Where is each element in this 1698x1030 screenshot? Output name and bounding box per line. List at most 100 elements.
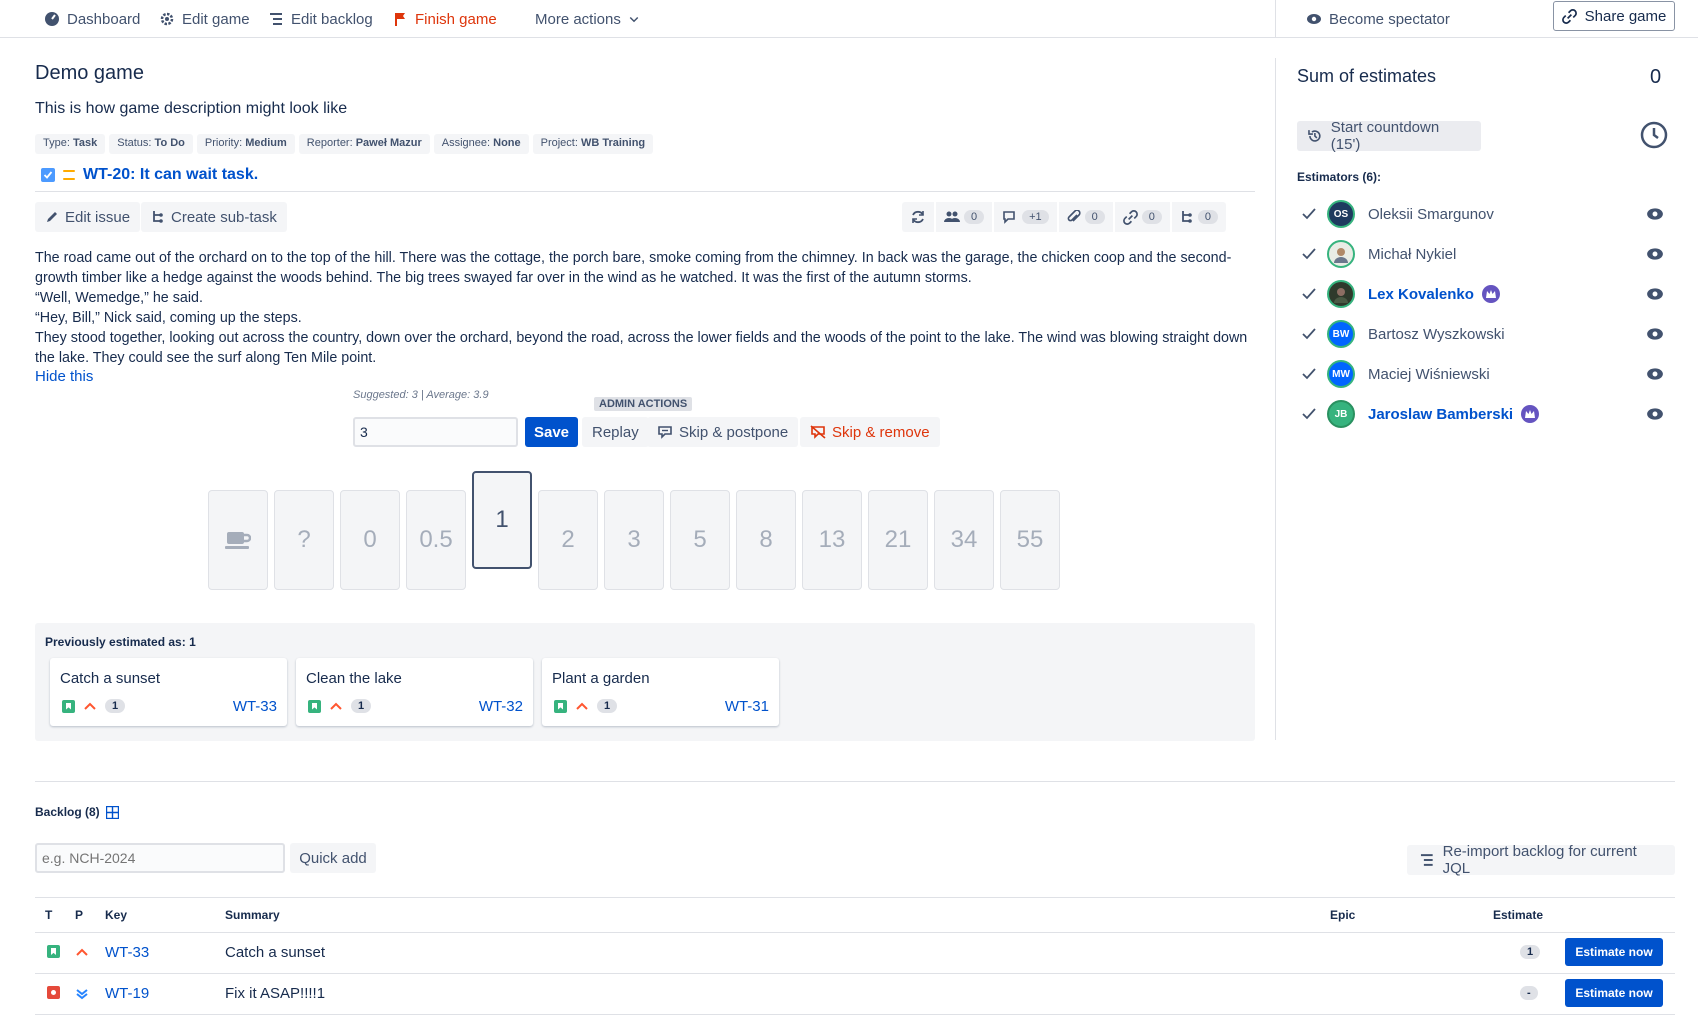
finish-game-label: Finish game: [415, 10, 497, 28]
issue-key[interactable]: WT-19: [105, 985, 149, 1002]
reimport-backlog-button[interactable]: Re-import backlog for current JQL: [1407, 843, 1675, 877]
issue-key[interactable]: WT-33: [105, 944, 149, 961]
coffee-icon: [225, 532, 251, 549]
estimate-now-button[interactable]: Estimate now: [1565, 938, 1663, 966]
save-button[interactable]: Save: [525, 417, 578, 447]
attachments-count: 0: [1084, 210, 1105, 224]
column-key: Key: [105, 908, 128, 922]
story-paragraph: They stood together, looking out across …: [35, 330, 1248, 366]
card-34[interactable]: 34: [934, 490, 994, 590]
card-13[interactable]: 13: [802, 490, 862, 590]
backlog-title: Backlog (8): [35, 805, 100, 819]
edit-backlog-link[interactable]: Edit backlog: [268, 6, 373, 32]
backlog-header: Backlog (8): [35, 805, 119, 819]
reimport-backlog-label: Re-import backlog for current JQL: [1442, 843, 1637, 877]
eye-icon[interactable]: [1646, 405, 1664, 423]
grid-icon[interactable]: [105, 805, 119, 819]
column-epic: Epic: [1330, 908, 1356, 922]
eye-icon[interactable]: [1646, 245, 1664, 263]
eye-icon[interactable]: [1646, 365, 1664, 383]
eye-icon[interactable]: [1646, 325, 1664, 343]
card-3[interactable]: 3: [604, 490, 664, 590]
dashboard-icon: [45, 12, 59, 26]
lowest-priority-icon: [76, 989, 88, 1000]
share-game-button[interactable]: Share game: [1553, 1, 1675, 31]
remove-icon: [810, 425, 826, 439]
create-subtask-button[interactable]: Create sub-task: [141, 202, 287, 232]
finish-game-link[interactable]: Finish game: [392, 6, 497, 32]
card-55[interactable]: 55: [1000, 490, 1060, 590]
dashboard-link[interactable]: Dashboard: [44, 6, 140, 32]
chevron-down-icon: [629, 16, 639, 23]
hide-description-link[interactable]: Hide this: [35, 368, 93, 385]
bug-icon: [47, 986, 60, 999]
previous-issue-key[interactable]: WT-31: [725, 698, 769, 715]
attachments-button[interactable]: 0: [1058, 202, 1113, 232]
skip-remove-button[interactable]: Skip & remove: [800, 417, 940, 447]
previous-issue-card[interactable]: Clean the lake 1 WT-32: [296, 658, 533, 726]
avatar: OS: [1327, 200, 1355, 228]
card-0-5[interactable]: 0.5: [406, 490, 466, 590]
previous-issue-key[interactable]: WT-33: [233, 698, 277, 715]
estimators-title: Estimators (6):: [1297, 170, 1382, 184]
gear-icon: [160, 12, 174, 26]
story-paragraph: “Well, Wemedge,” he said.: [35, 290, 203, 306]
backlog-icon: [1420, 854, 1433, 866]
avatar: [1327, 280, 1355, 308]
previous-issue-estimate: 1: [351, 699, 372, 713]
previous-issue-icons: 1: [62, 699, 126, 713]
estimate-now-button[interactable]: Estimate now: [1565, 979, 1663, 1007]
estimator-row: MW Maciej Wiśniewski: [1297, 359, 1672, 389]
avatar: MW: [1327, 360, 1355, 388]
link-icon: [1561, 8, 1577, 24]
quick-add-button[interactable]: Quick add: [290, 843, 376, 873]
estimator-row: OS Oleksii Smargunov: [1297, 199, 1672, 229]
check-icon: [1302, 248, 1316, 260]
links-button[interactable]: 0: [1114, 202, 1170, 232]
previous-issue-icons: 1: [308, 699, 372, 713]
watchers-button[interactable]: 0: [936, 202, 993, 232]
card-8[interactable]: 8: [736, 490, 796, 590]
subtask-icon: [153, 211, 163, 223]
previous-issue-card[interactable]: Catch a sunset 1 WT-33: [50, 658, 287, 726]
estimator-name: Maciej Wiśniewski: [1368, 365, 1490, 383]
refresh-button[interactable]: [902, 202, 934, 232]
comments-count: +1: [1022, 210, 1049, 224]
previous-issue-title: Catch a sunset: [60, 670, 161, 687]
watchers-count: 0: [964, 210, 985, 224]
sum-of-estimates-title: Sum of estimates: [1297, 66, 1437, 86]
previous-issue-key[interactable]: WT-32: [479, 698, 523, 715]
create-subtask-label: Create sub-task: [171, 208, 277, 226]
card-5[interactable]: 5: [670, 490, 730, 590]
comments-button[interactable]: +1: [994, 202, 1057, 232]
story-paragraph: The road came out of the orchard on to t…: [35, 250, 1232, 286]
start-countdown-button[interactable]: Start countdown (15'): [1297, 119, 1481, 153]
eye-icon[interactable]: [1646, 205, 1664, 223]
subtasks-button[interactable]: 0: [1171, 202, 1227, 232]
quick-add-input[interactable]: [35, 843, 285, 873]
previous-issue-title: Clean the lake: [306, 670, 402, 687]
card-question[interactable]: ?: [274, 490, 334, 590]
card-0[interactable]: 0: [340, 490, 400, 590]
become-spectator-link[interactable]: Become spectator: [1306, 6, 1450, 32]
more-actions-dropdown[interactable]: More actions: [535, 6, 640, 32]
meta-priority: Priority: Medium: [196, 134, 295, 154]
previous-issue-card[interactable]: Plant a garden 1 WT-31: [542, 658, 779, 726]
card-21[interactable]: 21: [868, 490, 928, 590]
pencil-icon: [47, 212, 57, 222]
card-coffee[interactable]: [208, 490, 268, 590]
issue-link[interactable]: WT-20: It can wait task.: [83, 166, 258, 184]
history-icon: [1308, 130, 1321, 142]
card-2[interactable]: 2: [538, 490, 598, 590]
previous-issue-title: Plant a garden: [552, 670, 650, 687]
edit-issue-button[interactable]: Edit issue: [35, 202, 141, 232]
sidebar-divider: [1275, 58, 1276, 740]
estimate-input[interactable]: [353, 417, 518, 447]
eye-icon[interactable]: [1646, 285, 1664, 303]
table-divider: [35, 1014, 1675, 1015]
replay-button[interactable]: Replay: [582, 417, 649, 447]
issue-description: The road came out of the orchard on to t…: [35, 248, 1250, 368]
card-1-selected[interactable]: 1: [472, 471, 532, 569]
skip-postpone-button[interactable]: Skip & postpone: [647, 417, 799, 447]
edit-game-link[interactable]: Edit game: [159, 6, 250, 32]
